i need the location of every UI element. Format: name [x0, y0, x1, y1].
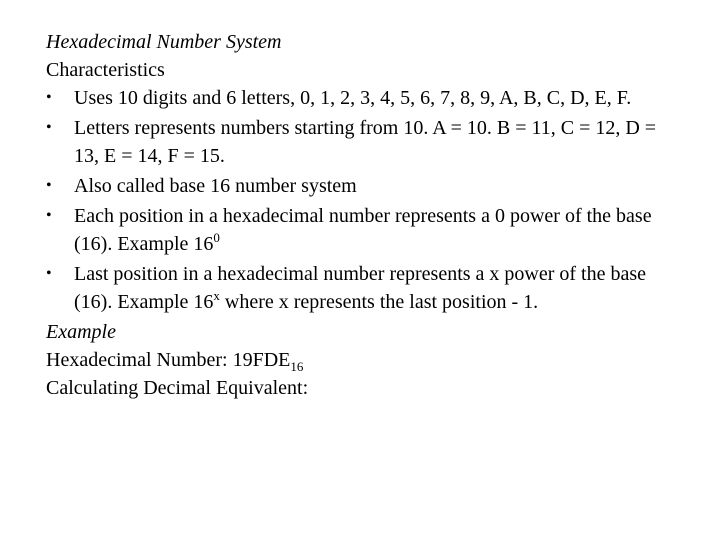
list-item-text: Also called base 16 number system [74, 175, 357, 197]
exponent: 0 [213, 230, 220, 245]
slide-content: Hexadecimal Number System Characteristic… [46, 28, 686, 402]
section-heading: Characteristics [46, 59, 165, 81]
list-item-text-after: where x represents the last position - 1… [219, 291, 539, 313]
list-item-text: Uses 10 digits and 6 letters, 0, 1, 2, 3… [74, 87, 632, 109]
calc-label: Calculating Decimal Equivalent: [46, 377, 309, 399]
list-item-text: Each position in a hexadecimal number re… [74, 205, 652, 255]
bullet-icon: • [46, 119, 52, 136]
list-item-text: Letters represents numbers starting from… [74, 117, 657, 167]
list-item: • Letters represents numbers starting fr… [46, 114, 686, 170]
list-item: • Also called base 16 number system [46, 172, 686, 200]
characteristics-list: • Uses 10 digits and 6 letters, 0, 1, 2,… [46, 84, 686, 316]
example-heading: Example [46, 321, 116, 343]
bullet-icon: • [46, 177, 52, 194]
bullet-icon: • [46, 265, 52, 282]
hex-number-label: Hexadecimal Number: 19FDE [46, 349, 291, 371]
base-subscript: 16 [290, 359, 304, 374]
page-title: Hexadecimal Number System [46, 31, 282, 53]
hex-number-line: Hexadecimal Number: 19FDE16 [46, 346, 686, 374]
bullet-icon: • [46, 207, 52, 224]
list-item: • Last position in a hexadecimal number … [46, 260, 686, 316]
list-item: • Uses 10 digits and 6 letters, 0, 1, 2,… [46, 84, 686, 112]
bullet-icon: • [46, 89, 52, 106]
list-item: • Each position in a hexadecimal number … [46, 202, 686, 258]
